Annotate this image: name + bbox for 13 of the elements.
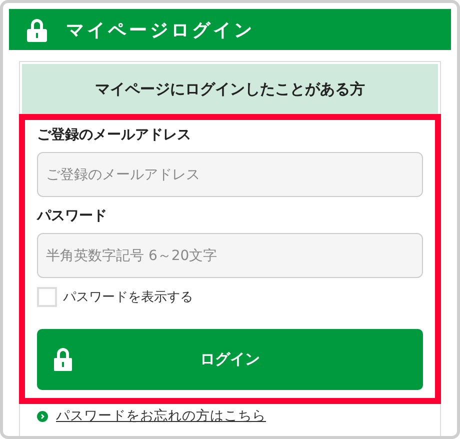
email-field[interactable]: ご登録のメールアドレス bbox=[37, 152, 423, 197]
section-heading: マイページにログインしたことがある方 bbox=[22, 64, 438, 114]
lock-icon bbox=[26, 18, 48, 42]
login-button[interactable]: ログイン bbox=[37, 329, 423, 390]
checkbox[interactable] bbox=[37, 287, 57, 307]
field-label: ご登録のメールアドレス bbox=[37, 126, 192, 144]
lock-icon bbox=[54, 347, 72, 371]
chevron-icon bbox=[37, 410, 48, 422]
page-title: マイページログイン bbox=[66, 18, 255, 42]
field-label: パスワード bbox=[37, 207, 108, 225]
checkbox-label[interactable]: パスワードを表示する bbox=[63, 288, 193, 306]
forgot-password-link[interactable]: パスワードをお忘れの方はこちら bbox=[56, 407, 266, 425]
password-field[interactable]: 半角英数字記号 6～20文字 bbox=[37, 233, 423, 278]
